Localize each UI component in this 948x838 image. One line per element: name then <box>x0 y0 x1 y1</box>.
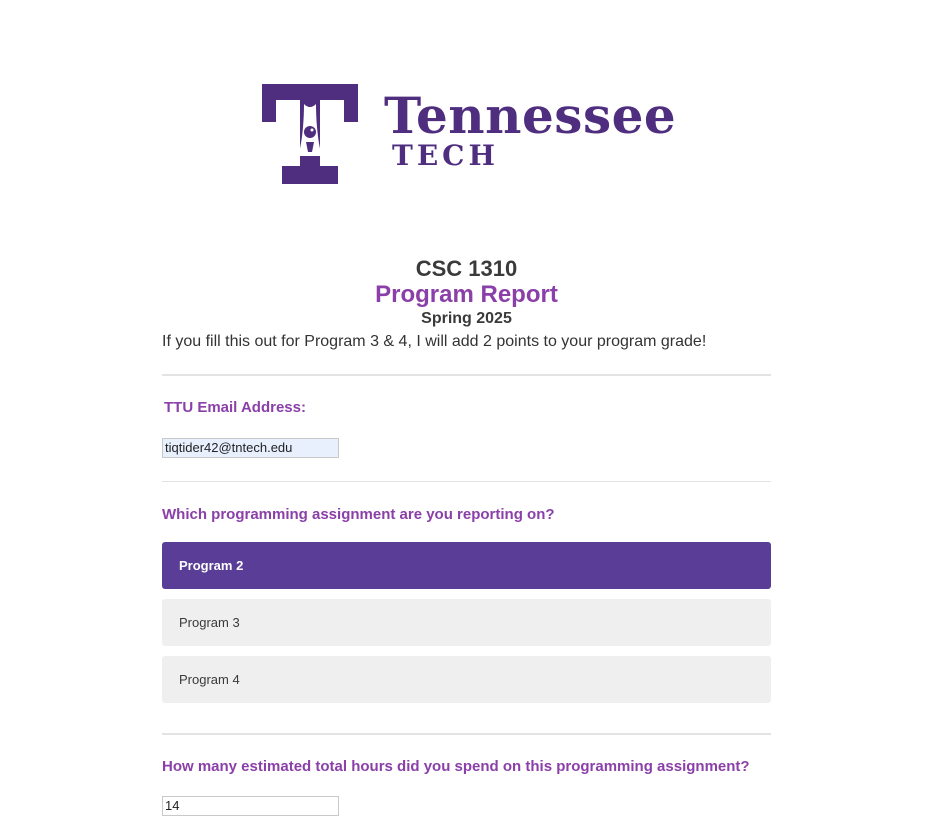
course-code: CSC 1310 <box>415 256 518 281</box>
section-divider <box>162 733 771 735</box>
hours-question-label: How many estimated total hours did you s… <box>162 758 750 775</box>
section-divider <box>162 374 771 376</box>
assignment-question-label: Which programming assignment are you rep… <box>162 506 555 523</box>
option-program-2[interactable]: Program 2 <box>162 542 771 589</box>
option-program-3[interactable]: Program 3 <box>162 599 771 646</box>
tech-t-eagle-icon <box>262 84 358 184</box>
term-label: Spring 2025 <box>421 310 512 327</box>
section-divider <box>162 481 771 482</box>
logo-wordmark-tennessee: Tennessee <box>384 86 677 145</box>
email-field[interactable]: tiqtider42@tntech.edu <box>162 438 339 458</box>
survey-page: Tennessee TECH CSC 1310 Program Report S… <box>0 0 948 838</box>
page-title: Program Report <box>375 281 558 308</box>
tennessee-tech-logo: Tennessee TECH <box>260 82 680 186</box>
hours-field[interactable]: 14 <box>162 796 339 816</box>
logo-wordmark-tech: TECH <box>392 139 499 172</box>
email-question-label: TTU Email Address: <box>164 399 306 416</box>
option-program-4[interactable]: Program 4 <box>162 656 771 703</box>
form-header: CSC 1310 Program Report Spring 2025 <box>162 256 771 330</box>
intro-text: If you fill this out for Program 3 & 4, … <box>162 333 707 350</box>
